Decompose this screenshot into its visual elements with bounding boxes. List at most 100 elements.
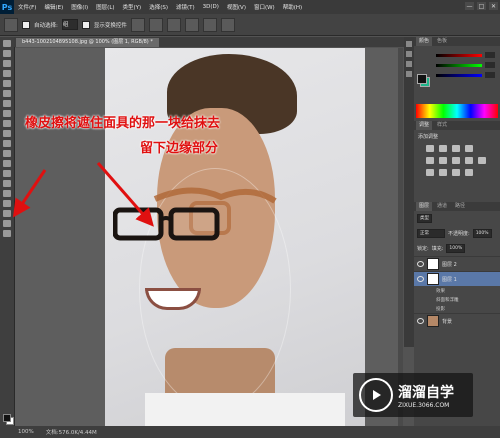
show-transform-checkbox[interactable] xyxy=(81,20,90,29)
levels-icon[interactable] xyxy=(439,145,447,152)
tab-styles[interactable]: 样式 xyxy=(434,121,450,130)
character-icon[interactable] xyxy=(406,61,412,67)
eraser-tool-icon[interactable] xyxy=(3,140,11,147)
menu-3d[interactable]: 3D(D) xyxy=(199,4,223,10)
tab-channels[interactable]: 通道 xyxy=(434,202,450,211)
blue-slider[interactable] xyxy=(436,74,482,77)
history-icon[interactable] xyxy=(406,41,412,47)
black-white-icon[interactable] xyxy=(465,157,473,164)
eye-icon[interactable] xyxy=(417,318,424,324)
layer-row-selected[interactable]: 图层 1 xyxy=(414,271,500,286)
watermark-url: ZIXUE.3066.COM xyxy=(398,401,450,409)
eyedropper-tool-icon[interactable] xyxy=(3,90,11,97)
menu-image[interactable]: 图像(I) xyxy=(67,3,92,11)
marquee-tool-icon[interactable] xyxy=(3,50,11,57)
posterize-icon[interactable] xyxy=(439,169,447,176)
tab-layers[interactable]: 图层 xyxy=(416,202,433,211)
menu-filter[interactable]: 滤镜(T) xyxy=(172,3,199,11)
clone-stamp-tool-icon[interactable] xyxy=(3,120,11,127)
gradient-map-icon[interactable] xyxy=(465,169,473,176)
history-brush-tool-icon[interactable] xyxy=(3,130,11,137)
watermark-name: 溜溜自学 xyxy=(398,384,454,401)
layer-effect-row[interactable]: 投影 xyxy=(414,304,500,313)
menu-select[interactable]: 选择(S) xyxy=(145,3,172,11)
menu-view[interactable]: 视图(V) xyxy=(223,3,250,11)
exposure-icon[interactable] xyxy=(465,145,473,152)
tab-paths[interactable]: 路径 xyxy=(452,202,468,211)
maximize-button[interactable]: □ xyxy=(477,2,486,10)
quick-select-tool-icon[interactable] xyxy=(3,70,11,77)
vibrance-icon[interactable] xyxy=(426,157,434,164)
photo-filter-icon[interactable] xyxy=(478,157,486,164)
zoom-tool-icon[interactable] xyxy=(3,230,11,237)
hand-tool-icon[interactable] xyxy=(3,220,11,227)
photoshop-logo: Ps xyxy=(0,0,14,14)
tab-swatches[interactable]: 色板 xyxy=(434,37,450,46)
blend-mode-select[interactable]: 正常 xyxy=(417,229,445,238)
menu-file[interactable]: 文件(F) xyxy=(14,3,40,11)
close-button[interactable]: ✕ xyxy=(489,2,498,10)
properties-icon[interactable] xyxy=(406,51,412,57)
layer-row[interactable]: 图层 2 xyxy=(414,256,500,271)
show-transform-label: 显示变换控件 xyxy=(93,22,127,29)
green-value[interactable] xyxy=(485,62,495,68)
gradient-tool-icon[interactable] xyxy=(3,150,11,157)
panel-foreground-swatch[interactable] xyxy=(417,74,427,84)
tab-adjustments[interactable]: 调整 xyxy=(416,121,433,130)
document-tab[interactable]: b443-1002104895108.jpg @ 100% (图层 1, RGB… xyxy=(16,38,159,47)
opacity-value[interactable]: 100% xyxy=(472,229,492,238)
layer-filter-kind[interactable]: 类型 xyxy=(417,214,432,223)
minimize-button[interactable]: — xyxy=(465,2,474,10)
zoom-level[interactable]: 100% xyxy=(18,429,34,435)
move-tool-icon[interactable] xyxy=(3,40,11,47)
foreground-color-swatch[interactable] xyxy=(3,414,11,422)
paragraph-icon[interactable] xyxy=(406,71,412,77)
dodge-tool-icon[interactable] xyxy=(3,170,11,177)
align-left-icon[interactable] xyxy=(184,17,199,32)
align-right-icon[interactable] xyxy=(220,17,235,32)
menu-layer[interactable]: 图层(L) xyxy=(92,3,118,11)
invert-icon[interactable] xyxy=(426,169,434,176)
canvas-image[interactable] xyxy=(105,48,365,426)
red-value[interactable] xyxy=(485,52,495,58)
menu-help[interactable]: 帮助(H) xyxy=(279,3,306,11)
align-top-icon[interactable] xyxy=(130,17,145,32)
layer-row[interactable]: 背景 xyxy=(414,313,500,328)
canvas-area[interactable] xyxy=(15,48,400,426)
red-slider[interactable] xyxy=(436,54,482,57)
curves-icon[interactable] xyxy=(452,145,460,152)
menu-type[interactable]: 类型(Y) xyxy=(119,3,146,11)
auto-select-checkbox[interactable] xyxy=(22,20,30,29)
lasso-tool-icon[interactable] xyxy=(3,60,11,67)
threshold-icon[interactable] xyxy=(452,169,460,176)
tab-color[interactable]: 颜色 xyxy=(416,37,433,46)
menu-window[interactable]: 窗口(W) xyxy=(250,3,279,11)
color-spectrum[interactable] xyxy=(416,104,498,118)
color-balance-icon[interactable] xyxy=(452,157,460,164)
vertical-scrollbar[interactable] xyxy=(398,48,403,426)
pen-tool-icon[interactable] xyxy=(3,180,11,187)
path-select-tool-icon[interactable] xyxy=(3,200,11,207)
auto-select-dropdown[interactable]: 组 xyxy=(61,19,78,30)
eye-icon[interactable] xyxy=(417,261,424,267)
layer-effect-row[interactable]: 效果 xyxy=(414,286,500,295)
healing-tool-icon[interactable] xyxy=(3,100,11,107)
type-tool-icon[interactable] xyxy=(3,190,11,197)
align-bottom-icon[interactable] xyxy=(166,17,181,32)
layer-effect-row[interactable]: 斜面和浮雕 xyxy=(414,295,500,304)
green-slider[interactable] xyxy=(436,64,482,67)
blue-value[interactable] xyxy=(485,72,495,78)
align-middle-icon[interactable] xyxy=(148,17,163,32)
fill-value[interactable]: 100% xyxy=(446,244,466,253)
bevel-emboss-label: 斜面和浮雕 xyxy=(436,297,459,303)
move-tool-icon[interactable] xyxy=(4,17,18,32)
brush-tool-icon[interactable] xyxy=(3,110,11,117)
shape-tool-icon[interactable] xyxy=(3,210,11,217)
brightness-icon[interactable] xyxy=(426,145,434,152)
hue-saturation-icon[interactable] xyxy=(439,157,447,164)
blur-tool-icon[interactable] xyxy=(3,160,11,167)
menu-edit[interactable]: 编辑(E) xyxy=(40,3,67,11)
align-center-icon[interactable] xyxy=(202,17,217,32)
crop-tool-icon[interactable] xyxy=(3,80,11,87)
eye-icon[interactable] xyxy=(417,276,424,282)
